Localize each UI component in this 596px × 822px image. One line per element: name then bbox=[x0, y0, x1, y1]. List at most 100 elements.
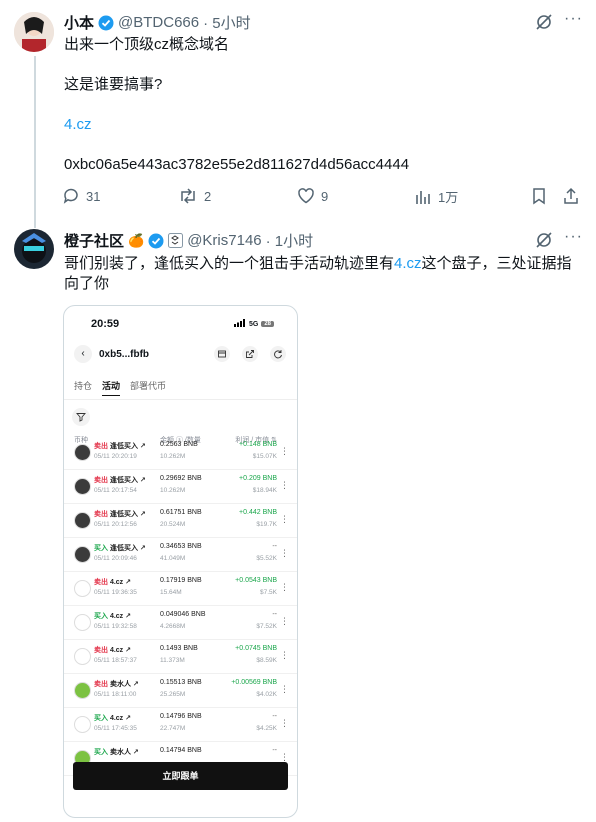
repost-button[interactable]: 2 bbox=[178, 187, 211, 205]
activity-row[interactable]: 卖出 逢低买入 ↗ 05/11 20:12:56 0.61751 BNB 20.524… bbox=[64, 504, 297, 538]
row-more-icon[interactable]: ⋮ bbox=[280, 514, 289, 525]
token-avatar bbox=[74, 648, 91, 665]
trade-profit: -- bbox=[272, 543, 277, 550]
bookmark-icon[interactable] bbox=[531, 187, 547, 205]
activity-row[interactable]: 卖出 4.cz ↗ 05/11 19:36:35 0.17919 BNB 15.64M… bbox=[64, 572, 297, 606]
trade-mcap: $18.94K bbox=[252, 487, 277, 494]
verified-badge-icon bbox=[148, 233, 164, 249]
trade-profit: +0.148 BNB bbox=[239, 441, 277, 448]
views-button[interactable]: 1万 bbox=[414, 187, 458, 206]
trade-quantity: 41.049M bbox=[160, 555, 186, 562]
activity-row[interactable]: 卖出 逢低买入 ↗ 05/11 20:17:54 0.29692 BNB 10.262… bbox=[64, 470, 297, 504]
trade-label: 卖出 卖水人 ↗ bbox=[94, 681, 139, 688]
status-clock: 20:59 bbox=[91, 318, 120, 330]
trade-quantity: 4.2668M bbox=[160, 623, 186, 630]
reply-button[interactable]: 31 bbox=[62, 187, 100, 205]
like-button[interactable]: 9 bbox=[297, 187, 328, 205]
tab-deployed-tokens[interactable]: 部署代币 bbox=[130, 379, 166, 396]
trade-amount: 0.34653 BNB bbox=[160, 543, 202, 550]
author-name[interactable]: 小本 bbox=[64, 12, 94, 33]
row-more-icon[interactable]: ⋮ bbox=[280, 548, 289, 559]
external-link-icon[interactable] bbox=[242, 346, 258, 362]
trade-quantity: 10.262M bbox=[160, 487, 186, 494]
trade-mcap: $7.52K bbox=[256, 623, 277, 630]
trade-mcap: $4.02K bbox=[256, 691, 277, 698]
post2-text-b: 这个盘子，三处证据指 bbox=[421, 255, 572, 272]
verified-badge-icon bbox=[98, 15, 114, 31]
filter-button[interactable] bbox=[72, 408, 90, 426]
grok-icon[interactable] bbox=[535, 13, 553, 31]
trade-date: 05/11 19:32:58 bbox=[94, 623, 137, 630]
avatar-chengzi[interactable] bbox=[14, 229, 54, 269]
trade-profit: +0.00569 BNB bbox=[231, 679, 277, 686]
activity-row[interactable]: 买入 4.cz ↗ 05/11 17:45:35 0.14796 BNB 22.747… bbox=[64, 708, 297, 742]
trade-amount: 0.049046 BNB bbox=[160, 611, 206, 618]
trade-amount: 0.15513 BNB bbox=[160, 679, 202, 686]
back-button[interactable]: ‹ bbox=[74, 345, 92, 363]
view-count: 1万 bbox=[438, 190, 459, 205]
trade-date: 05/11 18:57:37 bbox=[94, 657, 137, 664]
row-more-icon[interactable]: ⋮ bbox=[280, 446, 289, 457]
row-more-icon[interactable]: ⋮ bbox=[280, 684, 289, 695]
token-avatar bbox=[74, 614, 91, 631]
avatar-xiaoben[interactable] bbox=[14, 12, 54, 52]
signal-icon bbox=[234, 319, 246, 329]
activity-row[interactable]: 买入 逢低买入 ↗ 05/11 20:09:46 0.34653 BNB 41.049… bbox=[64, 538, 297, 572]
external-link-icon: ↗ bbox=[132, 681, 139, 688]
trade-quantity: 11.373M bbox=[160, 657, 185, 664]
author-name-2[interactable]: 橙子社区 bbox=[64, 230, 124, 251]
trade-label: 买入 4.cz ↗ bbox=[94, 613, 132, 620]
trade-mcap: $5.52K bbox=[256, 555, 277, 562]
trade-date: 05/11 20:09:46 bbox=[94, 555, 137, 562]
token-avatar bbox=[74, 580, 91, 597]
repost-count: 2 bbox=[204, 188, 212, 204]
trade-amount: 0.29692 BNB bbox=[160, 475, 202, 482]
activity-row[interactable]: 卖出 卖水人 ↗ 05/11 18:11:00 0.15513 BNB 25.265M… bbox=[64, 674, 297, 708]
trade-label: 买入 4.cz ↗ bbox=[94, 715, 132, 722]
trade-date: 05/11 20:20:19 bbox=[94, 453, 137, 460]
trade-label: 卖出 逢低买入 ↗ bbox=[94, 477, 146, 484]
copy-trade-button[interactable]: 立即跟单 bbox=[73, 762, 288, 790]
trade-amount: 0.14796 BNB bbox=[160, 713, 202, 720]
post2-link[interactable]: 4.cz bbox=[394, 255, 422, 272]
more-options-icon[interactable]: ··· bbox=[564, 10, 583, 28]
activity-row[interactable]: 卖出 4.cz ↗ 05/11 18:57:37 0.1493 BNB 11.373M… bbox=[64, 640, 297, 674]
trade-profit: +0.0543 BNB bbox=[235, 577, 277, 584]
post2-body: 哥们别装了，逢低买入的一个狙击手活动轨迹里有4.cz这个盘子，三处证据指 向了你 bbox=[64, 254, 584, 294]
attached-image[interactable]: 20:59 5G 28 ‹ 0xb5...fbfb 持仓 活动 部署代币 币种 … bbox=[63, 305, 298, 818]
trade-date: 05/11 20:12:56 bbox=[94, 521, 137, 528]
token-avatar bbox=[74, 716, 91, 733]
post-link[interactable]: 4.cz bbox=[64, 115, 92, 135]
external-link-icon: ↗ bbox=[132, 749, 139, 756]
trade-label: 卖出 逢低买入 ↗ bbox=[94, 511, 146, 518]
post-time-2[interactable]: · 1小时 bbox=[266, 230, 314, 251]
row-more-icon[interactable]: ⋮ bbox=[280, 718, 289, 729]
grok-icon[interactable] bbox=[535, 231, 553, 249]
more-options-icon[interactable]: ··· bbox=[564, 228, 583, 246]
trade-amount: 0.2563 BNB bbox=[160, 441, 198, 448]
thread-line bbox=[34, 56, 36, 228]
activity-row[interactable]: 卖出 逢低买入 ↗ 05/11 20:20:19 0.2563 BNB 10.262M… bbox=[64, 436, 297, 470]
row-more-icon[interactable]: ⋮ bbox=[280, 650, 289, 661]
trade-date: 05/11 19:36:35 bbox=[94, 589, 137, 596]
tab-holdings[interactable]: 持仓 bbox=[74, 379, 92, 396]
share-icon[interactable] bbox=[562, 187, 580, 205]
tab-activity[interactable]: 活动 bbox=[102, 379, 121, 396]
author-handle-2[interactable]: @Kris7146 bbox=[187, 232, 261, 249]
refresh-icon[interactable] bbox=[270, 346, 286, 362]
row-more-icon[interactable]: ⋮ bbox=[280, 480, 289, 491]
external-link-icon: ↗ bbox=[139, 477, 146, 484]
row-more-icon[interactable]: ⋮ bbox=[280, 616, 289, 627]
external-link-icon: ↗ bbox=[125, 647, 132, 654]
trade-date: 05/11 18:11:00 bbox=[94, 691, 137, 698]
trade-amount: 0.1493 BNB bbox=[160, 645, 198, 652]
activity-row[interactable]: 买入 4.cz ↗ 05/11 19:32:58 0.049046 BNB 4.266… bbox=[64, 606, 297, 640]
post-time[interactable]: · 5小时 bbox=[203, 12, 251, 33]
trade-quantity: 22.747M bbox=[160, 725, 186, 732]
token-avatar bbox=[74, 546, 91, 563]
row-more-icon[interactable]: ⋮ bbox=[280, 582, 289, 593]
token-avatar bbox=[74, 682, 91, 699]
calendar-icon[interactable] bbox=[214, 346, 230, 362]
author-handle[interactable]: @BTDC666 bbox=[118, 14, 199, 31]
trade-quantity: 25.265M bbox=[160, 691, 186, 698]
